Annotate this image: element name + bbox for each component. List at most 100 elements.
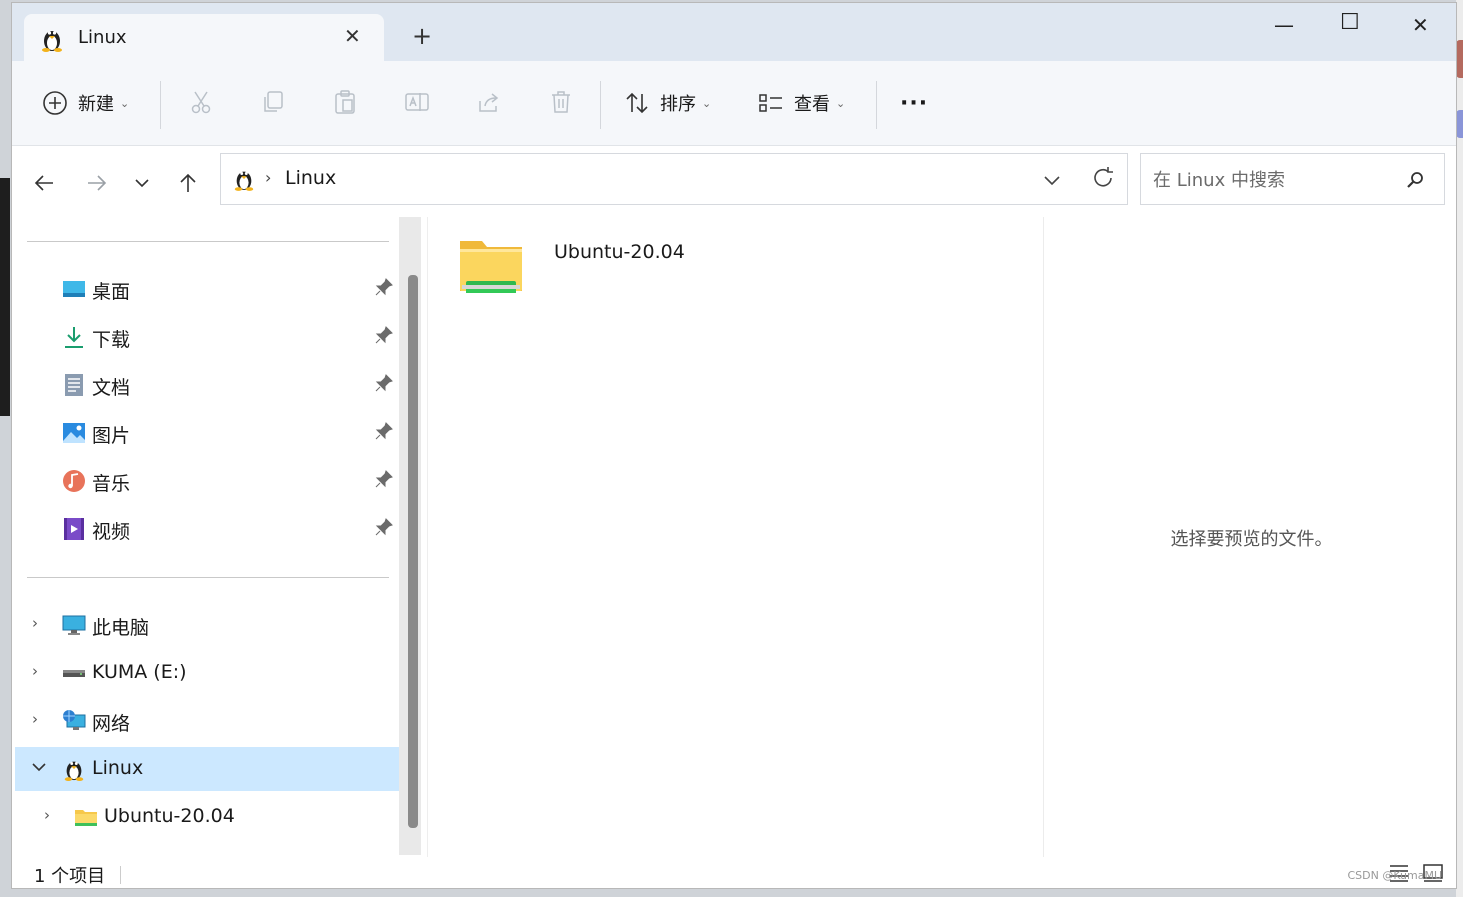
- new-tab-button[interactable]: +: [412, 22, 432, 50]
- view-button[interactable]: 查看 ⌄: [758, 83, 845, 123]
- chevron-down-icon[interactable]: [32, 760, 46, 778]
- sidebar-item-label: Ubuntu-20.04: [104, 805, 235, 827]
- pin-icon[interactable]: [374, 277, 394, 297]
- network-icon: [63, 710, 86, 730]
- title-bar: Linux ✕ + — ☐ ✕: [12, 3, 1456, 61]
- paste-icon[interactable]: [332, 89, 358, 115]
- pin-icon[interactable]: [374, 517, 394, 537]
- desktop-icon: [63, 281, 85, 297]
- tab-linux[interactable]: Linux ✕: [24, 14, 384, 61]
- sidebar-item-label: 音乐: [92, 473, 131, 495]
- new-button[interactable]: 新建 ⌄: [42, 83, 129, 123]
- divider: [27, 241, 389, 242]
- pin-icon[interactable]: [374, 325, 394, 345]
- pin-icon[interactable]: [374, 421, 394, 441]
- minimize-button[interactable]: —: [1274, 13, 1294, 37]
- view-button-label: 查看: [794, 94, 830, 115]
- breadcrumb-linux[interactable]: Linux: [285, 167, 336, 189]
- file-item-label: Ubuntu-20.04: [554, 241, 685, 263]
- sidebar-item-label: 视频: [92, 521, 131, 543]
- search-input[interactable]: [1151, 164, 1395, 196]
- file-explorer-window: Linux ✕ + — ☐ ✕ 新建 ⌄ 排序 ⌄ 查看 ⌄ ··· › Lin…: [11, 2, 1457, 889]
- sidebar-item-downloads[interactable]: 下载: [12, 315, 410, 359]
- refresh-icon[interactable]: [1091, 166, 1115, 190]
- item-count: 1 个项目: [34, 866, 106, 887]
- file-list: Ubuntu-20.04: [427, 217, 1043, 857]
- toolbar-divider: [876, 81, 877, 129]
- computer-icon: [62, 615, 86, 635]
- pin-icon[interactable]: [374, 373, 394, 393]
- sidebar-item-videos[interactable]: 视频: [12, 507, 410, 551]
- drive-icon: [63, 670, 85, 677]
- close-window-button[interactable]: ✕: [1412, 13, 1429, 37]
- sort-button-label: 排序: [660, 94, 696, 115]
- sidebar-item-label: 文档: [92, 377, 131, 399]
- linux-icon: [234, 171, 254, 191]
- chevron-right-icon[interactable]: ›: [32, 710, 38, 728]
- chevron-right-icon[interactable]: ›: [32, 614, 38, 632]
- sort-icon: [626, 92, 648, 114]
- sidebar-item-label: 桌面: [92, 281, 131, 303]
- chevron-down-icon: [135, 179, 149, 188]
- close-tab-icon[interactable]: ✕: [344, 24, 361, 48]
- folder-icon: [75, 810, 97, 826]
- chevron-down-icon: ⌄: [836, 96, 846, 110]
- divider: [120, 866, 121, 884]
- sidebar-item-pictures[interactable]: 图片: [12, 411, 410, 455]
- toolbar-divider: [160, 81, 161, 129]
- background-terminal: [0, 178, 10, 416]
- pictures-icon: [63, 423, 85, 443]
- up-button[interactable]: [171, 166, 205, 200]
- pin-icon[interactable]: [374, 469, 394, 489]
- chevron-down-icon: ⌄: [702, 96, 712, 110]
- plus-circle-icon: [43, 91, 67, 115]
- watermark: CSDN @KumaMU: [1347, 869, 1443, 882]
- linux-icon: [42, 31, 62, 52]
- file-item-ubuntu[interactable]: Ubuntu-20.04: [458, 235, 718, 305]
- sidebar-item-label: 下载: [92, 329, 131, 351]
- divider: [27, 577, 389, 578]
- search-icon[interactable]: [1405, 170, 1425, 190]
- sidebar-item-label: 此电脑: [92, 617, 150, 639]
- maximize-button[interactable]: ☐: [1340, 10, 1360, 35]
- chevron-down-icon[interactable]: [1043, 171, 1061, 189]
- sidebar-item-music[interactable]: 音乐: [12, 459, 410, 503]
- sidebar-scrollbar-thumb[interactable]: [408, 275, 418, 828]
- sort-button[interactable]: 排序 ⌄: [624, 83, 711, 123]
- chevron-right-icon[interactable]: ›: [32, 662, 38, 680]
- videos-icon: [64, 518, 84, 540]
- chevron-down-icon: ⌄: [120, 96, 130, 110]
- sidebar-item-network[interactable]: › 网络: [12, 699, 410, 743]
- forward-button[interactable]: [80, 166, 114, 200]
- cut-icon[interactable]: [188, 89, 214, 115]
- search-box: [1140, 153, 1445, 205]
- share-icon[interactable]: [476, 89, 502, 115]
- linux-icon: [64, 761, 84, 781]
- navigation-pane: 桌面 下载 文档 图片 音乐 视频 › 此电脑 › KUMA (E:) › 网络…: [12, 217, 410, 857]
- back-button[interactable]: [27, 166, 61, 200]
- breadcrumb-separator: ›: [265, 168, 272, 187]
- preview-pane: 选择要预览的文件。: [1043, 217, 1456, 857]
- delete-icon[interactable]: [548, 89, 574, 115]
- more-options-button[interactable]: ···: [900, 83, 928, 123]
- sidebar-item-ubuntu[interactable]: › Ubuntu-20.04: [12, 795, 410, 839]
- toolbar-divider: [600, 81, 601, 129]
- address-bar[interactable]: › Linux: [220, 153, 1128, 205]
- documents-icon: [65, 374, 83, 396]
- sidebar-item-label: Linux: [92, 757, 144, 779]
- download-icon: [65, 327, 83, 348]
- copy-icon[interactable]: [260, 89, 286, 115]
- sidebar-item-drive-e[interactable]: › KUMA (E:): [12, 651, 410, 695]
- sidebar-item-linux[interactable]: Linux: [15, 747, 399, 791]
- chevron-right-icon[interactable]: ›: [44, 806, 50, 824]
- sidebar-item-desktop[interactable]: 桌面: [12, 267, 410, 311]
- sidebar-item-documents[interactable]: 文档: [12, 363, 410, 407]
- distro-folder-icon: [460, 241, 522, 293]
- sidebar-item-this-pc[interactable]: › 此电脑: [12, 603, 410, 647]
- tab-title: Linux: [78, 27, 127, 48]
- recent-locations-button[interactable]: [125, 166, 159, 200]
- status-bar: 1 个项目 CSDN @KumaMU: [12, 857, 1456, 888]
- music-icon: [63, 470, 85, 492]
- rename-icon[interactable]: [404, 89, 430, 115]
- sidebar-item-label: 网络: [92, 713, 131, 735]
